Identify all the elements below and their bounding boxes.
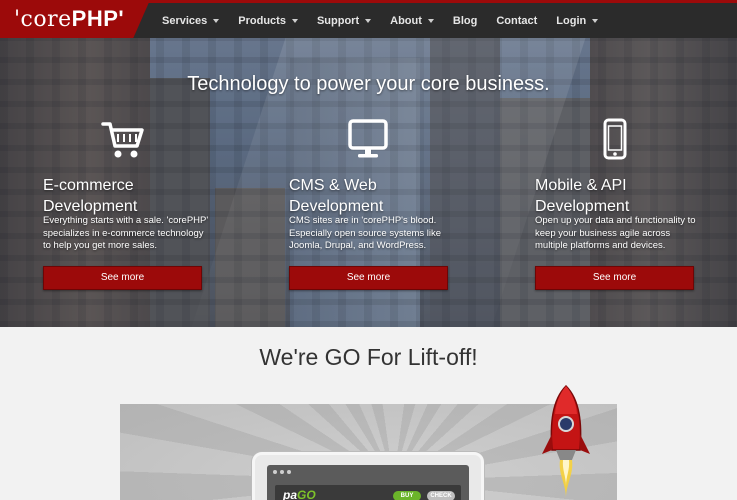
nav-blog[interactable]: Blog xyxy=(453,15,477,27)
nav-contact[interactable]: Contact xyxy=(496,15,537,27)
service-title: E-commerce Development xyxy=(43,175,213,217)
section-title: We're GO For Lift-off! xyxy=(259,344,478,370)
service-description: Everything starts with a sale. 'corePHP'… xyxy=(43,215,209,251)
service-title: CMS & Web Development xyxy=(289,175,459,217)
logo-suffix: PHP' xyxy=(71,6,125,31)
chevron-down-icon xyxy=(213,19,220,23)
app-bar: paGO BUY CHECK xyxy=(275,485,461,500)
nav-label: Products xyxy=(238,15,286,27)
chevron-down-icon xyxy=(291,19,298,23)
laptop-illustration: paGO BUY CHECK xyxy=(252,452,484,500)
nav-label: Blog xyxy=(452,15,478,27)
check-badge: CHECK xyxy=(427,491,455,500)
title-line: Development xyxy=(535,198,630,215)
nav-label: About xyxy=(390,15,422,27)
chevron-down-icon xyxy=(365,19,372,23)
main-nav: Services Products Support About Blog Con… xyxy=(162,15,617,27)
nav-label: Support xyxy=(316,15,360,27)
top-navbar: 'corePHP' Services Products Support Abou… xyxy=(0,0,737,41)
window-dots xyxy=(273,470,291,474)
nav-label: Login xyxy=(556,15,587,27)
monitor-icon xyxy=(348,119,388,158)
rocket-icon xyxy=(542,384,590,498)
title-line: CMS & Web xyxy=(289,177,377,194)
logo-prefix: 'core xyxy=(14,7,72,32)
nav-about[interactable]: About xyxy=(390,15,434,27)
nav-products[interactable]: Products xyxy=(238,15,298,27)
see-more-button[interactable]: See more xyxy=(43,266,202,290)
service-title: Mobile & API Development xyxy=(535,175,705,217)
nav-label: Contact xyxy=(496,15,538,27)
hero-title: Technology to power your core business. xyxy=(187,73,550,95)
chevron-down-icon xyxy=(592,19,599,23)
buy-badge: BUY xyxy=(393,491,421,500)
logo-part: GO xyxy=(297,488,316,500)
logo-part: pa xyxy=(283,488,298,500)
service-description: CMS sites are in 'corePHP's blood. Espec… xyxy=(289,215,442,251)
title-line: Development xyxy=(43,198,138,215)
smartphone-icon xyxy=(603,118,627,160)
see-more-button[interactable]: See more xyxy=(289,266,448,290)
title-line: E-commerce xyxy=(43,177,134,194)
title-line: Development xyxy=(289,198,384,215)
nav-support[interactable]: Support xyxy=(316,15,372,27)
chevron-down-icon xyxy=(427,19,434,23)
service-description: Open up your data and functionality to k… xyxy=(535,215,696,251)
nav-login[interactable]: Login xyxy=(556,15,599,27)
nav-services[interactable]: Services xyxy=(162,15,220,27)
pago-logo: paGO xyxy=(283,488,316,500)
shopping-cart-icon xyxy=(101,122,144,158)
hero-section: Technology to power your core business. … xyxy=(0,38,737,327)
see-more-button[interactable]: See more xyxy=(535,266,694,290)
logo-text: 'corePHP' xyxy=(14,6,124,32)
laptop-screen: paGO BUY CHECK xyxy=(267,465,469,500)
title-line: Mobile & API xyxy=(535,177,627,194)
nav-label: Services xyxy=(162,15,208,27)
logo[interactable]: 'corePHP' xyxy=(0,0,150,41)
